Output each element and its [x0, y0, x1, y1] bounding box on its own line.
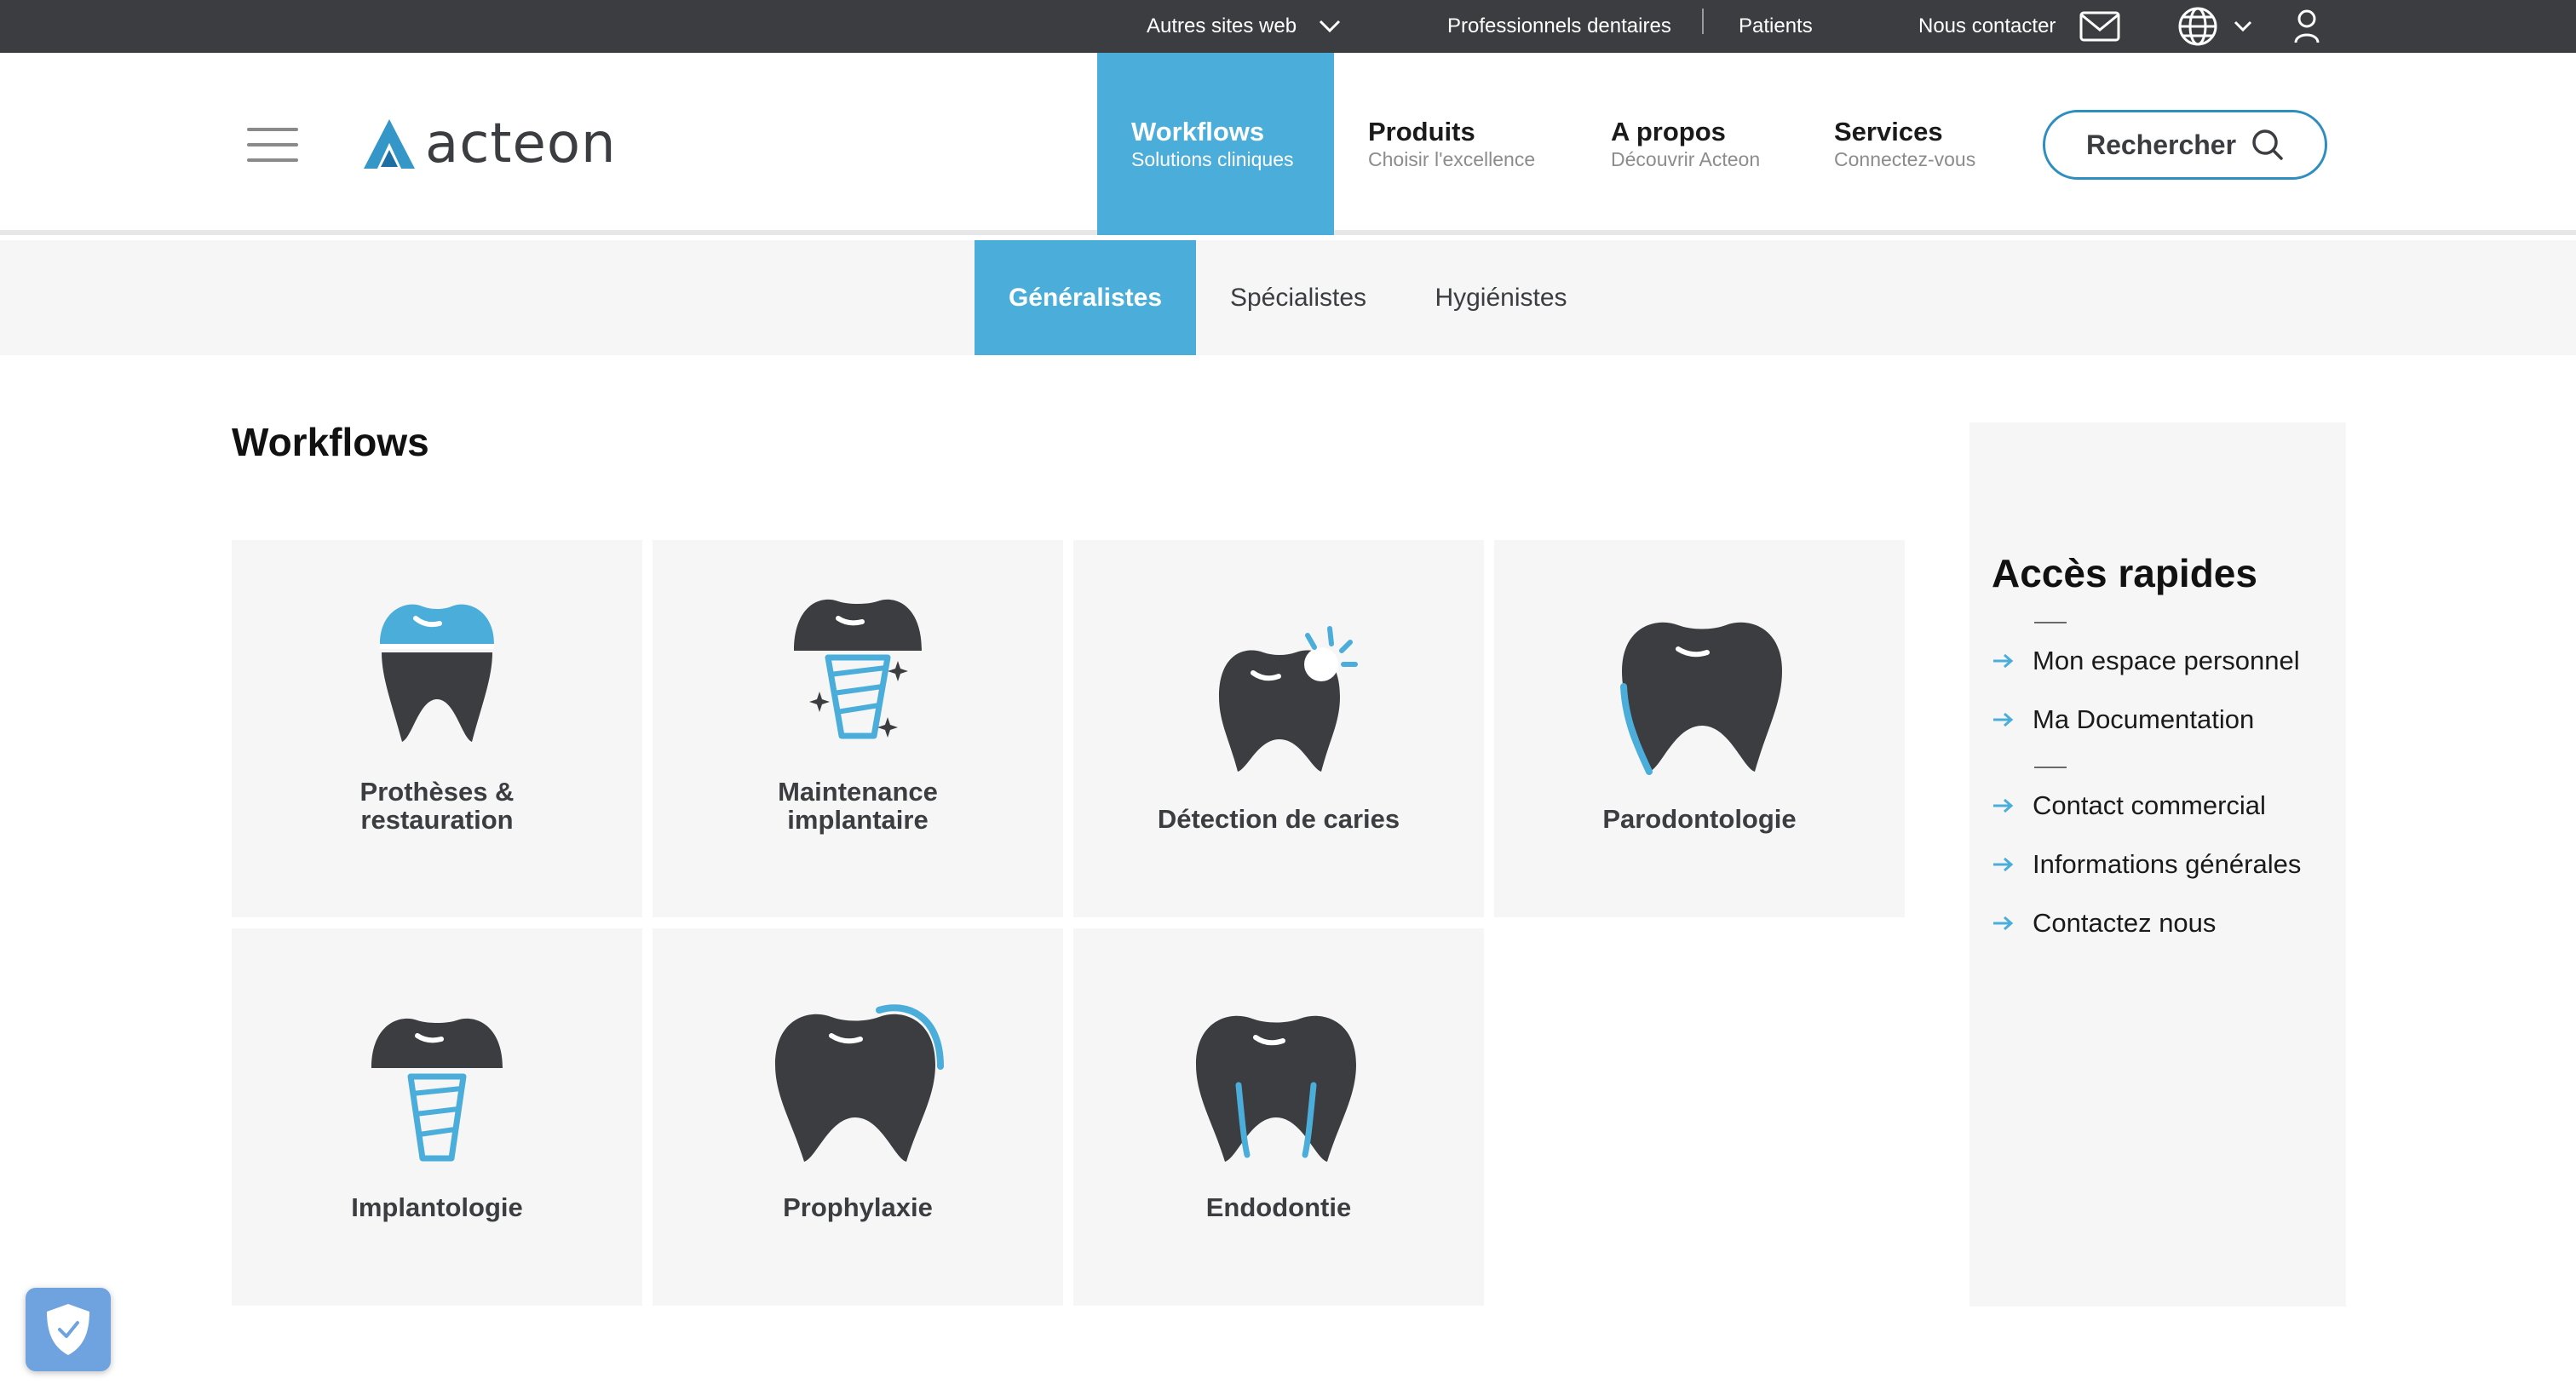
workflow-card-prophylaxie[interactable]: Prophylaxie	[653, 928, 1063, 1306]
quick-link-documentation[interactable]: Ma Documentation	[1992, 704, 2254, 735]
search-button[interactable]: Rechercher	[2043, 110, 2327, 180]
prophylaxis-tooth-icon	[775, 1004, 944, 1162]
workflow-card-protheses[interactable]: Prothèses & restauration	[232, 540, 642, 917]
root-canal-tooth-icon	[1196, 1015, 1356, 1162]
arrow-right-icon	[1993, 653, 2014, 669]
logo-text: acteon	[425, 112, 617, 175]
tab-hygienistes[interactable]: Hygiénistes	[1400, 240, 1601, 355]
workflow-card-detection-caries[interactable]: Détection de caries	[1073, 540, 1484, 917]
nav-title: Services	[1834, 117, 1943, 147]
nav-workflows[interactable]: Workflows Solutions cliniques	[1097, 53, 1334, 235]
other-sites-label: Autres sites web	[1147, 14, 1297, 37]
quick-access-title: Accès rapides	[1992, 551, 2257, 595]
language-selector[interactable]	[2177, 0, 2252, 53]
chevron-down-icon	[2234, 20, 2252, 32]
quick-link-label: Contactez nous	[2033, 908, 2217, 938]
nav-subtitle: Connectez-vous	[1834, 148, 1976, 171]
gum-tooth-icon	[1620, 622, 1782, 775]
card-label: Prothèses &	[359, 777, 515, 807]
user-icon	[2294, 9, 2320, 43]
patients-link[interactable]: Patients	[1739, 0, 1813, 53]
workflow-card-maintenance-implantaire[interactable]: Maintenance implantaire	[653, 540, 1063, 917]
quick-link-mon-espace[interactable]: Mon espace personnel	[1992, 646, 2300, 676]
quick-link-contact-commercial[interactable]: Contact commercial	[1992, 790, 2266, 821]
quick-access-panel: Accès rapides Mon espace personnel Ma Do…	[1969, 422, 2346, 1307]
workflow-card-endodontie[interactable]: Endodontie	[1073, 928, 1484, 1306]
main-header: acteon Workflows Solutions cliniques Pro…	[0, 53, 2576, 235]
tab-generalistes[interactable]: Généralistes	[975, 240, 1196, 355]
arrow-right-icon	[1993, 916, 2014, 931]
menu-icon[interactable]	[247, 128, 298, 162]
nav-title: Workflows	[1131, 117, 1265, 147]
patients-label: Patients	[1739, 14, 1813, 37]
nav-title: A propos	[1611, 117, 1726, 147]
chevron-down-icon	[1320, 20, 1341, 33]
card-label: Implantologie	[351, 1192, 523, 1222]
crown-tooth-icon	[380, 604, 494, 742]
quick-link-label: Informations générales	[2033, 849, 2302, 879]
search-label: Rechercher	[2085, 129, 2237, 160]
implant-icon	[371, 1018, 503, 1162]
quick-link-contactez-nous[interactable]: Contactez nous	[1992, 908, 2216, 939]
card-label: implantaire	[787, 804, 929, 835]
nav-subtitle: Choisir l'excellence	[1368, 148, 1536, 171]
nav-services[interactable]: Services Connectez-vous	[1800, 53, 2010, 235]
nav-subtitle: Solutions cliniques	[1131, 148, 1294, 171]
nav-produits[interactable]: Produits Choisir l'excellence	[1334, 53, 1569, 235]
card-label: Détection de caries	[1157, 804, 1400, 834]
other-sites-dropdown[interactable]: Autres sites web	[1147, 0, 1341, 53]
professionals-label: Professionnels dentaires	[1447, 14, 1671, 37]
card-label: Parodontologie	[1602, 804, 1797, 834]
nav-title: Produits	[1368, 117, 1475, 147]
card-label: restauration	[360, 804, 514, 835]
quick-link-informations-generales[interactable]: Informations générales	[1992, 849, 2301, 880]
nav-subtitle: Découvrir Acteon	[1611, 148, 1761, 171]
tab-specialistes[interactable]: Spécialistes	[1196, 240, 1400, 355]
divider	[2034, 622, 2067, 623]
arrow-right-icon	[1993, 712, 2014, 727]
card-label: Endodontie	[1205, 1192, 1352, 1222]
arrow-right-icon	[1993, 857, 2014, 872]
search-icon	[2252, 129, 2283, 160]
arrow-right-icon	[1993, 798, 2014, 813]
mail-icon	[2079, 11, 2120, 42]
professionals-link[interactable]: Professionnels dentaires	[1447, 0, 1671, 53]
acteon-logo[interactable]: acteon	[362, 114, 617, 174]
contact-label: Nous contacter	[1918, 14, 2056, 37]
workflow-card-implantologie[interactable]: Implantologie	[232, 928, 642, 1306]
workflow-card-parodontologie[interactable]: Parodontologie	[1494, 540, 1905, 917]
globe-icon	[2178, 7, 2217, 46]
caries-tooth-icon	[1219, 626, 1358, 772]
quick-link-label: Contact commercial	[2033, 790, 2266, 820]
topbar-divider	[1702, 9, 1704, 34]
quick-link-label: Mon espace personnel	[2033, 646, 2300, 675]
contact-link[interactable]: Nous contacter	[1918, 0, 2120, 53]
acteon-logo-mark-icon	[364, 119, 415, 169]
top-utility-bar: Autres sites web Professionnels dentaire…	[0, 0, 2576, 53]
nav-a-propos[interactable]: A propos Découvrir Acteon	[1577, 53, 1794, 235]
page-title: Workflows	[232, 420, 429, 464]
divider	[2034, 767, 2067, 768]
shield-check-icon	[47, 1304, 89, 1355]
user-account-button[interactable]	[2293, 0, 2320, 53]
privacy-settings-button[interactable]	[26, 1288, 111, 1371]
card-label: Prophylaxie	[783, 1192, 933, 1222]
quick-link-label: Ma Documentation	[2033, 704, 2255, 734]
sub-navigation: Généralistes Spécialistes Hygiénistes	[0, 240, 2576, 355]
card-label: Maintenance	[778, 777, 938, 807]
implant-sparkle-icon	[794, 599, 922, 739]
